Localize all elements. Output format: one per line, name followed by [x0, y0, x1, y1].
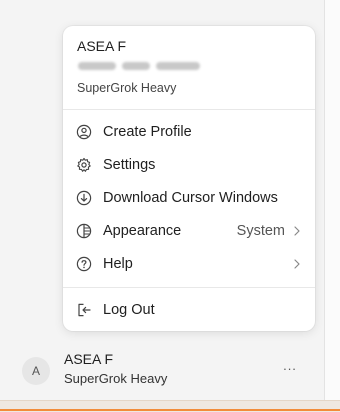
account-menu-header: ASEA F SuperGrok Heavy [63, 26, 315, 109]
download-circle-icon [76, 190, 92, 206]
menu-divider [63, 109, 315, 110]
menu-item-create-profile[interactable]: Create Profile [68, 117, 310, 147]
menu-item-label: Appearance [103, 223, 182, 239]
menu-user-plan: SuperGrok Heavy [77, 81, 177, 95]
menu-item-download-cursor-windows[interactable]: Download Cursor Windows [68, 183, 310, 213]
menu-item-label: Create Profile [103, 124, 192, 140]
menu-user-name: ASEA F [77, 38, 127, 54]
help-circle-icon [76, 256, 92, 272]
menu-item-log-out[interactable]: Log Out [68, 295, 310, 325]
avatar: A [22, 357, 50, 385]
gear-icon [77, 157, 91, 172]
menu-item-label: Download Cursor Windows [103, 190, 278, 206]
main-content-edge [325, 0, 340, 400]
menu-item-settings[interactable]: Settings [68, 150, 310, 180]
chevron-right-icon [294, 259, 300, 269]
menu-item-help[interactable]: Help [68, 249, 310, 279]
logout-icon [78, 303, 91, 317]
account-switcher[interactable]: A ASEA F SuperGrok Heavy ... [18, 348, 306, 388]
account-menu: ASEA F SuperGrok Heavy Create Profile Se… [63, 26, 315, 331]
menu-user-email-redacted [78, 62, 200, 70]
menu-item-label: Settings [103, 157, 156, 173]
menu-item-label: Help [103, 256, 133, 272]
appearance-icon [76, 223, 92, 239]
account-name: ASEA F [64, 351, 114, 367]
menu-divider [63, 287, 315, 288]
menu-item-appearance[interactable]: Appearance System [68, 216, 310, 246]
more-options-button[interactable]: ... [280, 358, 300, 374]
account-plan: SuperGrok Heavy [64, 371, 168, 386]
menu-item-label: Log Out [103, 302, 155, 318]
chevron-right-icon [294, 226, 300, 236]
user-circle-icon [76, 124, 92, 140]
appearance-value: System [236, 223, 285, 239]
